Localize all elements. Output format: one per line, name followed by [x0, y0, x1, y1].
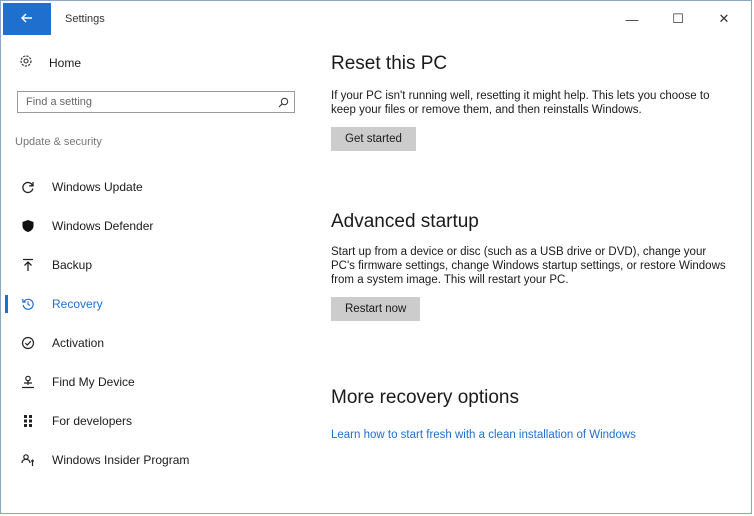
- sidebar-item-label: Windows Update: [52, 179, 143, 194]
- gear-icon: [19, 54, 33, 73]
- nav-home[interactable]: Home: [19, 53, 81, 73]
- sidebar-item-windows-update[interactable]: Windows Update: [1, 167, 311, 206]
- minimize-icon: —: [625, 11, 639, 27]
- refresh-icon: [19, 178, 37, 196]
- advanced-description: Start up from a device or disc (such as …: [331, 246, 726, 286]
- section-title: Update & security: [15, 136, 102, 148]
- close-button[interactable]: ✕: [701, 1, 747, 37]
- sidebar-item-label: Find My Device: [52, 374, 135, 389]
- search-input[interactable]: [18, 93, 272, 111]
- sidebar-item-find-my-device[interactable]: Find My Device: [1, 362, 311, 401]
- sidebar-item-windows-defender[interactable]: Windows Defender: [1, 206, 311, 245]
- get-started-button[interactable]: Get started: [331, 127, 416, 151]
- reset-heading: Reset this PC: [331, 53, 448, 74]
- developer-icon: [19, 412, 37, 430]
- person-location-icon: [19, 373, 37, 391]
- sidebar-item-activation[interactable]: Activation: [1, 323, 311, 362]
- close-icon: ✕: [718, 11, 730, 26]
- sidebar-item-label: For developers: [52, 413, 133, 428]
- sidebar: Home Update & security Windows: [1, 37, 311, 515]
- sidebar-item-label: Recovery: [52, 296, 103, 311]
- sidebar-item-backup[interactable]: Backup: [1, 245, 311, 284]
- backup-arrow-icon: [19, 256, 37, 274]
- advanced-startup-section: Advanced startup Start up from a device …: [331, 211, 731, 321]
- sidebar-item-label: Windows Insider Program: [52, 452, 190, 467]
- sidebar-item-label: Windows Defender: [52, 218, 154, 233]
- minimize-button[interactable]: —: [609, 1, 655, 37]
- shield-icon: [19, 217, 37, 235]
- more-recovery-section: More recovery options Learn how to start…: [331, 387, 731, 443]
- search-box: [17, 91, 295, 113]
- sidebar-item-windows-insider-program[interactable]: Windows Insider Program: [1, 440, 311, 479]
- back-arrow-icon: [21, 10, 33, 28]
- advanced-heading: Advanced startup: [331, 211, 479, 232]
- sidebar-item-label: Activation: [52, 335, 105, 350]
- check-circle-icon: [19, 334, 37, 352]
- search-icon[interactable]: [272, 97, 294, 108]
- nav-list: Windows Update Windows Defender Backup R…: [1, 167, 311, 479]
- sidebar-item-label: Backup: [52, 257, 93, 272]
- window-controls: — ☐ ✕: [609, 1, 747, 37]
- recovery-icon: [19, 295, 37, 313]
- maximize-icon: ☐: [672, 11, 684, 26]
- settings-window: Settings — ☐ ✕ Home Find a setting Updat…: [0, 0, 752, 514]
- window-title: Settings: [65, 13, 105, 25]
- back-button[interactable]: [3, 3, 51, 35]
- sidebar-item-for-developers[interactable]: For developers: [1, 401, 311, 440]
- reset-section: Reset this PC If your PC isn't running w…: [331, 53, 731, 151]
- sidebar-item-recovery[interactable]: Recovery: [1, 284, 311, 323]
- title-bar: Settings — ☐ ✕: [1, 1, 751, 37]
- clean-install-link[interactable]: Learn how to start fresh with a clean in…: [331, 429, 636, 441]
- nav-home-label: Home: [49, 56, 82, 70]
- more-recovery-heading: More recovery options: [331, 387, 519, 408]
- insider-icon: [19, 451, 37, 469]
- maximize-button[interactable]: ☐: [655, 1, 701, 37]
- reset-description: If your PC isn't running well, resetting…: [331, 90, 710, 116]
- restart-now-button[interactable]: Restart now: [331, 297, 421, 321]
